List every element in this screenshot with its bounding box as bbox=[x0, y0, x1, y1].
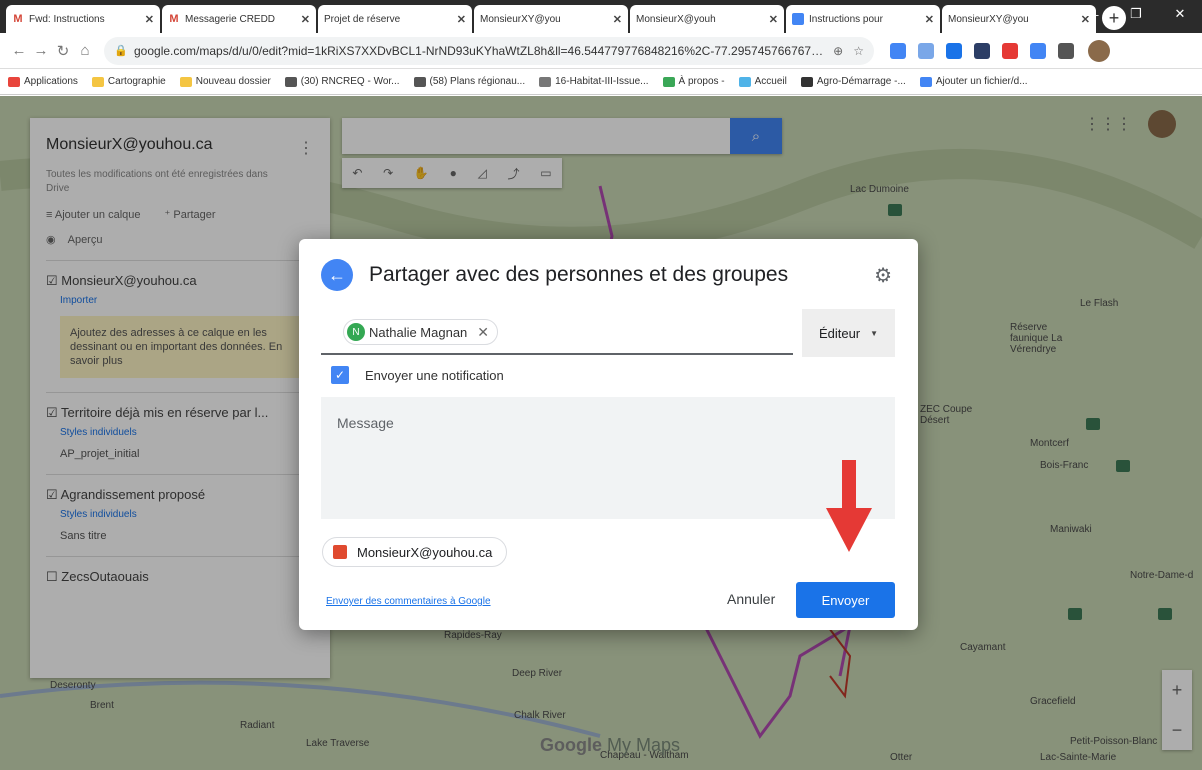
browser-tab-bar: M Fwd: Instructions ✕ M Messagerie CREDD ✕ P… bbox=[0, 0, 1202, 108]
extension-icon[interactable] bbox=[946, 42, 962, 59]
gear-icon[interactable]: ⚙ bbox=[874, 263, 892, 288]
dialog-title: Partager avec des personnes et des group… bbox=[369, 263, 789, 286]
site-icon bbox=[413, 76, 426, 87]
profile-avatar[interactable] bbox=[1088, 39, 1110, 62]
extension-icon[interactable] bbox=[974, 42, 990, 59]
bookmark-item[interactable]: Accueil bbox=[738, 76, 787, 87]
recipient-chip[interactable]: N Nathalie Magnan ✕ bbox=[343, 319, 499, 345]
minimize-icon[interactable]: — bbox=[1070, 0, 1114, 28]
reload-icon[interactable]: ↻ bbox=[52, 42, 74, 60]
puzzle-icon[interactable] bbox=[1058, 42, 1074, 59]
close-tab-icon[interactable]: ✕ bbox=[301, 13, 310, 26]
bookmark-item[interactable]: (30) RNCREQ - Wor... bbox=[284, 76, 400, 87]
browser-tab[interactable]: M Fwd: Instructions ✕ bbox=[6, 5, 160, 33]
lock-icon: 🔒 bbox=[114, 45, 128, 57]
bookmark-item[interactable]: À propos - bbox=[662, 76, 725, 87]
back-arrow-icon[interactable]: ← bbox=[321, 259, 353, 291]
close-tab-icon[interactable]: ✕ bbox=[457, 13, 466, 26]
browser-tab[interactable]: M Messagerie CREDD ✕ bbox=[162, 5, 316, 33]
bookmark-item[interactable]: Ajouter un fichier/d... bbox=[919, 76, 1028, 87]
close-tab-icon[interactable]: ✕ bbox=[145, 13, 154, 26]
docs-icon bbox=[792, 13, 804, 25]
restore-icon[interactable]: ❐ bbox=[1114, 0, 1158, 28]
bookmark-item[interactable]: (58) Plans régionau... bbox=[413, 76, 525, 87]
extension-icon[interactable] bbox=[918, 42, 934, 59]
site-icon bbox=[800, 76, 813, 87]
role-dropdown[interactable]: Éditeur ▼ bbox=[802, 309, 895, 357]
bookmark-item[interactable]: Nouveau dossier bbox=[179, 76, 271, 87]
url-field[interactable]: 🔒 google.com/maps/d/u/0/edit?mid=1kRiXS7… bbox=[104, 36, 874, 65]
notify-checkbox[interactable]: ✓ bbox=[331, 366, 349, 384]
forward-icon[interactable]: → bbox=[30, 42, 52, 59]
share-dialog: ← Partager avec des personnes et des gro… bbox=[299, 239, 918, 630]
extensions bbox=[884, 42, 1080, 59]
mymaps-icon bbox=[333, 545, 347, 559]
address-bar: ← → ↻ ⌂ 🔒 google.com/maps/d/u/0/edit?mid… bbox=[0, 33, 1202, 69]
gmail-icon: M bbox=[168, 13, 180, 25]
close-window-icon[interactable]: ✕ bbox=[1158, 0, 1202, 28]
close-tab-icon[interactable]: ✕ bbox=[769, 13, 778, 26]
site-icon bbox=[284, 76, 297, 87]
site-icon bbox=[738, 76, 751, 87]
zoom-icon[interactable]: ⊕ bbox=[833, 44, 843, 58]
extension-icon[interactable] bbox=[1030, 42, 1046, 59]
site-icon bbox=[919, 76, 932, 87]
remove-recipient-icon[interactable]: ✕ bbox=[477, 324, 489, 341]
browser-tab[interactable]: Instructions pour ✕ bbox=[786, 5, 940, 33]
browser-tab[interactable]: Projet de réserve ✕ bbox=[0, 5, 472, 108]
notify-option[interactable]: ✓ Envoyer une notification bbox=[331, 366, 504, 384]
avatar: N bbox=[347, 323, 365, 341]
apps-icon bbox=[8, 76, 20, 87]
globe-icon bbox=[539, 76, 552, 87]
cancel-button[interactable]: Annuler bbox=[727, 591, 775, 607]
gmail-icon: M bbox=[12, 13, 24, 25]
browser-tab[interactable]: MonsieurXY@you ✕ bbox=[0, 5, 628, 108]
bookmark-item[interactable]: Agro-Démarrage -... bbox=[800, 76, 906, 87]
bookmarks-bar: Applications Cartographie Nouveau dossie… bbox=[0, 69, 1202, 95]
bookmark-item[interactable]: Applications bbox=[8, 76, 78, 87]
home-icon[interactable]: ⌂ bbox=[74, 42, 96, 59]
back-icon[interactable]: ← bbox=[8, 42, 30, 59]
bookmark-item[interactable]: Cartographie bbox=[91, 76, 166, 87]
folder-icon bbox=[179, 76, 192, 87]
browser-tab[interactable]: MonsieurX@youh ✕ bbox=[0, 5, 784, 108]
folder-icon bbox=[91, 76, 104, 87]
bookmark-item[interactable]: 16-Habitat-III-Issue... bbox=[539, 76, 649, 87]
send-button[interactable]: Envoyer bbox=[796, 582, 895, 618]
map-chip: MonsieurX@youhou.ca bbox=[322, 537, 508, 567]
star-icon[interactable]: ☆ bbox=[853, 44, 864, 58]
window-controls: — ❐ ✕ bbox=[1070, 0, 1202, 28]
extension-icon[interactable] bbox=[890, 42, 906, 59]
close-tab-icon[interactable]: ✕ bbox=[613, 13, 622, 26]
site-icon bbox=[662, 76, 675, 87]
pdf-extension-icon[interactable] bbox=[1002, 42, 1018, 59]
feedback-link[interactable]: Envoyer des commentaires à Google bbox=[326, 596, 491, 607]
annotation-arrow-icon bbox=[826, 460, 872, 552]
recipients-field[interactable]: N Nathalie Magnan ✕ bbox=[321, 309, 793, 355]
close-tab-icon[interactable]: ✕ bbox=[925, 13, 934, 26]
caret-down-icon: ▼ bbox=[870, 328, 879, 338]
message-textarea[interactable]: Message bbox=[321, 397, 895, 519]
